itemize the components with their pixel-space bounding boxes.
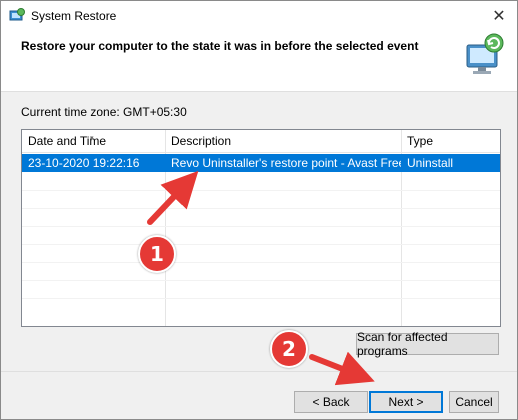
cell-type: Uninstall <box>407 156 454 170</box>
footer-divider <box>1 371 517 372</box>
row-gridline <box>22 262 500 263</box>
sort-indicator-icon: ▾ <box>90 135 94 142</box>
list-header: ▾ Date and Time Description Type <box>22 130 500 153</box>
column-label: Description <box>171 134 232 148</box>
close-button[interactable]: ✕ <box>481 1 517 31</box>
column-header-date[interactable]: ▾ Date and Time <box>22 130 165 152</box>
column-header-description[interactable]: Description <box>165 130 401 152</box>
row-gridline <box>22 298 500 299</box>
column-label: Type <box>407 134 434 148</box>
header-panel: Restore your computer to the state it wa… <box>1 31 517 92</box>
next-button[interactable]: Next > <box>369 391 443 413</box>
timezone-label: Current time zone: GMT+05:30 <box>21 105 187 119</box>
row-gridline <box>22 208 500 209</box>
step-1-badge: 1 <box>138 235 176 273</box>
cell-date: 23-10-2020 19:22:16 <box>28 156 140 170</box>
title-bar: System Restore ✕ <box>1 1 517 31</box>
column-label: Date and Time <box>28 134 107 148</box>
page-heading: Restore your computer to the state it wa… <box>21 39 419 53</box>
scan-affected-programs-button[interactable]: Scan for affected programs <box>356 330 499 358</box>
system-restore-icon <box>9 8 25 21</box>
cell-description: Revo Uninstaller's restore point - Avast… <box>171 156 401 170</box>
row-gridline <box>22 244 500 245</box>
window-title: System Restore <box>31 9 117 23</box>
table-row[interactable]: 23-10-2020 19:22:16 Revo Uninstaller's r… <box>22 154 500 172</box>
close-icon: ✕ <box>492 8 506 25</box>
row-gridline <box>22 226 500 227</box>
computer-restore-icon <box>466 33 504 74</box>
step-2-badge: 2 <box>270 330 308 368</box>
cancel-button[interactable]: Cancel <box>449 391 499 413</box>
restore-points-list[interactable]: ▾ Date and Time Description Type 23-10-2… <box>21 129 501 327</box>
system-restore-window: System Restore ✕ Restore your computer t… <box>0 0 518 420</box>
row-gridline <box>22 190 500 191</box>
row-gridline <box>22 280 500 281</box>
back-button[interactable]: < Back <box>294 391 368 413</box>
column-header-type[interactable]: Type <box>401 130 500 152</box>
